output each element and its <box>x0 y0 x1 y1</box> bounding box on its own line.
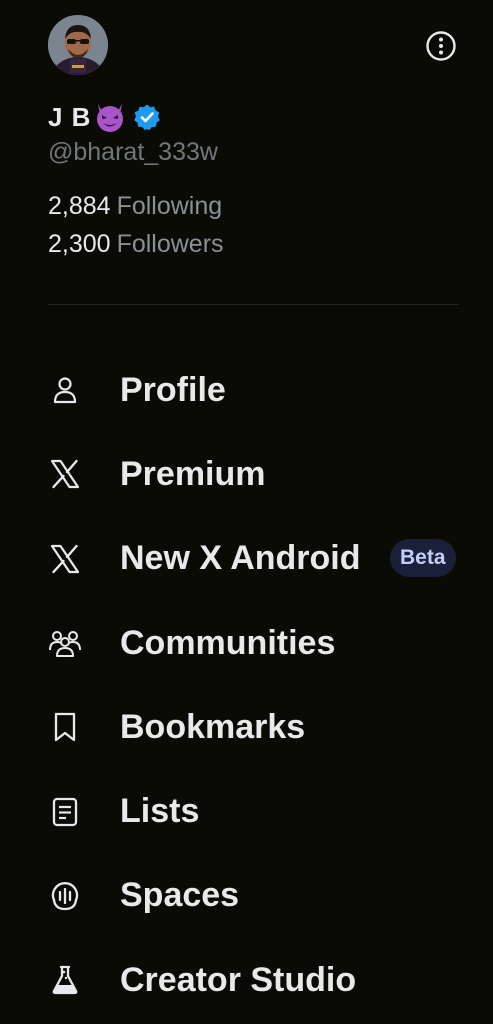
following-count: 2,884 <box>48 192 111 220</box>
avatar[interactable] <box>48 15 108 75</box>
menu-item-new-x-android[interactable]: New X Android Beta <box>0 517 493 601</box>
menu-item-premium[interactable]: Premium <box>0 432 493 516</box>
menu-label-bookmarks: Bookmarks <box>120 707 306 746</box>
menu-label-communities: Communities <box>120 623 336 662</box>
menu-label-creator-studio: Creator Studio <box>120 960 357 999</box>
x-logo-icon <box>48 457 82 491</box>
user-handle: @bharat_333w <box>48 138 218 166</box>
verified-badge-icon[interactable] <box>133 103 161 131</box>
menu-item-profile[interactable]: Profile <box>0 348 493 432</box>
divider <box>48 304 459 305</box>
person-icon <box>48 373 82 407</box>
beta-badge: Beta <box>390 538 456 577</box>
navigation-menu: Profile Premium New X Android Beta Commu… <box>0 348 493 1022</box>
followers-stat[interactable]: 2,300 Followers <box>48 230 224 259</box>
display-name: J B <box>48 101 92 132</box>
menu-item-lists[interactable]: Lists <box>0 769 493 853</box>
bookmark-icon <box>48 710 82 744</box>
menu-label-lists: Lists <box>120 792 200 831</box>
menu-item-bookmarks[interactable]: Bookmarks <box>0 685 493 769</box>
avatar-image <box>48 15 108 75</box>
menu-item-creator-studio[interactable]: Creator Studio <box>0 938 493 1022</box>
menu-item-communities[interactable]: Communities <box>0 601 493 685</box>
menu-label-profile: Profile <box>120 370 226 409</box>
communities-icon <box>48 626 82 660</box>
followers-label: Followers <box>116 230 224 258</box>
menu-label-new-x-android: New X Android <box>120 539 361 578</box>
menu-label-premium: Premium <box>120 454 266 493</box>
flask-icon <box>48 963 82 997</box>
more-options-button[interactable] <box>425 30 457 62</box>
following-label: Following <box>116 192 223 220</box>
display-name-row[interactable]: J B <box>48 98 161 136</box>
list-icon <box>48 795 82 829</box>
menu-label-spaces: Spaces <box>120 876 240 915</box>
x-logo-icon <box>48 542 82 576</box>
more-options-icon <box>426 31 456 61</box>
menu-item-spaces[interactable]: Spaces <box>0 854 493 938</box>
following-stat[interactable]: 2,884 Following <box>48 192 222 221</box>
followers-count: 2,300 <box>48 230 111 258</box>
smiling-devil-emoji-icon <box>97 104 124 132</box>
spaces-icon <box>48 879 82 913</box>
